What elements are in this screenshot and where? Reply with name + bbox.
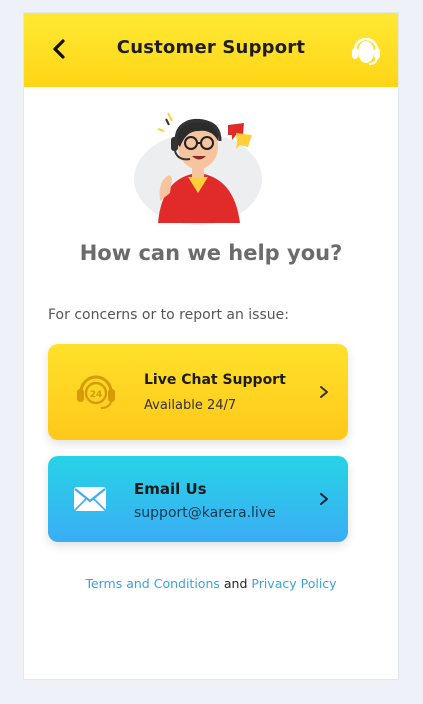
page-title: Customer Support [116,37,306,58]
email-address: support@karera.live [134,505,276,521]
support-screen: Customer Support How can we help you? Fo… [23,12,399,680]
support-agent-illustration [134,112,262,225]
chevron-right-icon [320,493,328,505]
headset-24-icon: 24 [77,375,115,409]
footer-and-text: and [223,576,248,591]
envelope-icon [74,487,106,511]
terms-link[interactable]: Terms and Conditions [85,576,219,591]
concern-text: For concerns or to report an issue: [48,307,289,323]
help-heading: How can we help you? [79,241,343,265]
chevron-right-icon [320,386,328,398]
header-bar: Customer Support [24,13,398,87]
email-title: Email Us [134,480,207,498]
privacy-link[interactable]: Privacy Policy [251,576,336,591]
live-chat-subtitle: Available 24/7 [144,398,237,413]
live-chat-card[interactable]: 24 Live Chat Support Available 24/7 [48,344,348,440]
footer-links: Terms and Conditions and Privacy Policy [24,576,398,591]
svg-text:24: 24 [90,390,103,400]
live-chat-title: Live Chat Support [144,372,286,388]
email-card[interactable]: Email Us support@karera.live [48,456,348,542]
headset-icon[interactable] [350,33,382,67]
